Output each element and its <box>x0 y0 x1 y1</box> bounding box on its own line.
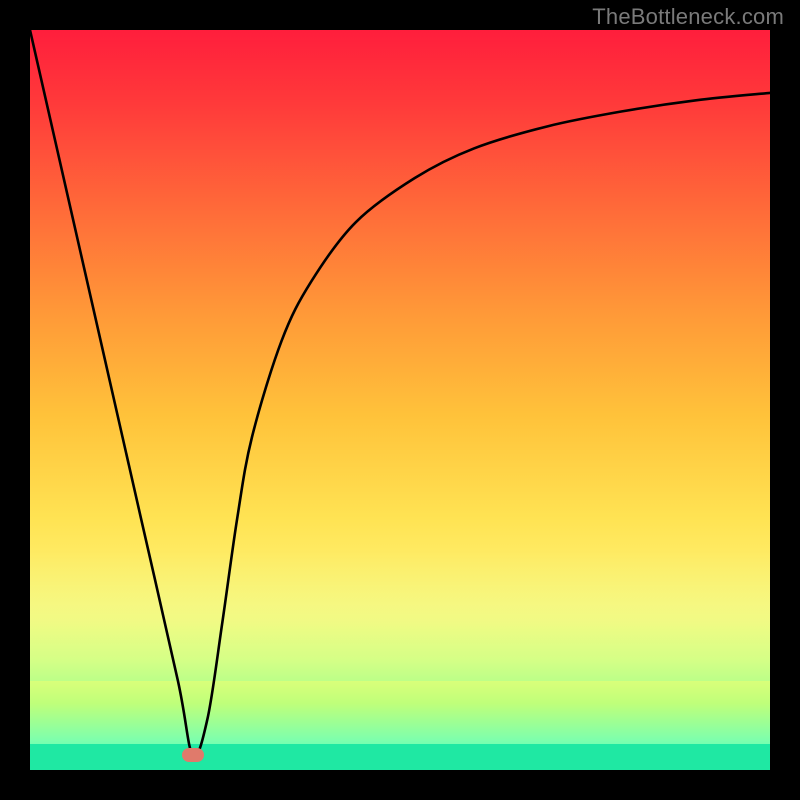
curve-svg <box>30 30 770 770</box>
plot-area <box>30 30 770 770</box>
watermark-text: TheBottleneck.com <box>592 4 784 30</box>
chart-frame: { "watermark": "TheBottleneck.com", "cha… <box>0 0 800 800</box>
minimum-marker <box>182 748 204 762</box>
bottleneck-curve-path <box>30 30 770 756</box>
